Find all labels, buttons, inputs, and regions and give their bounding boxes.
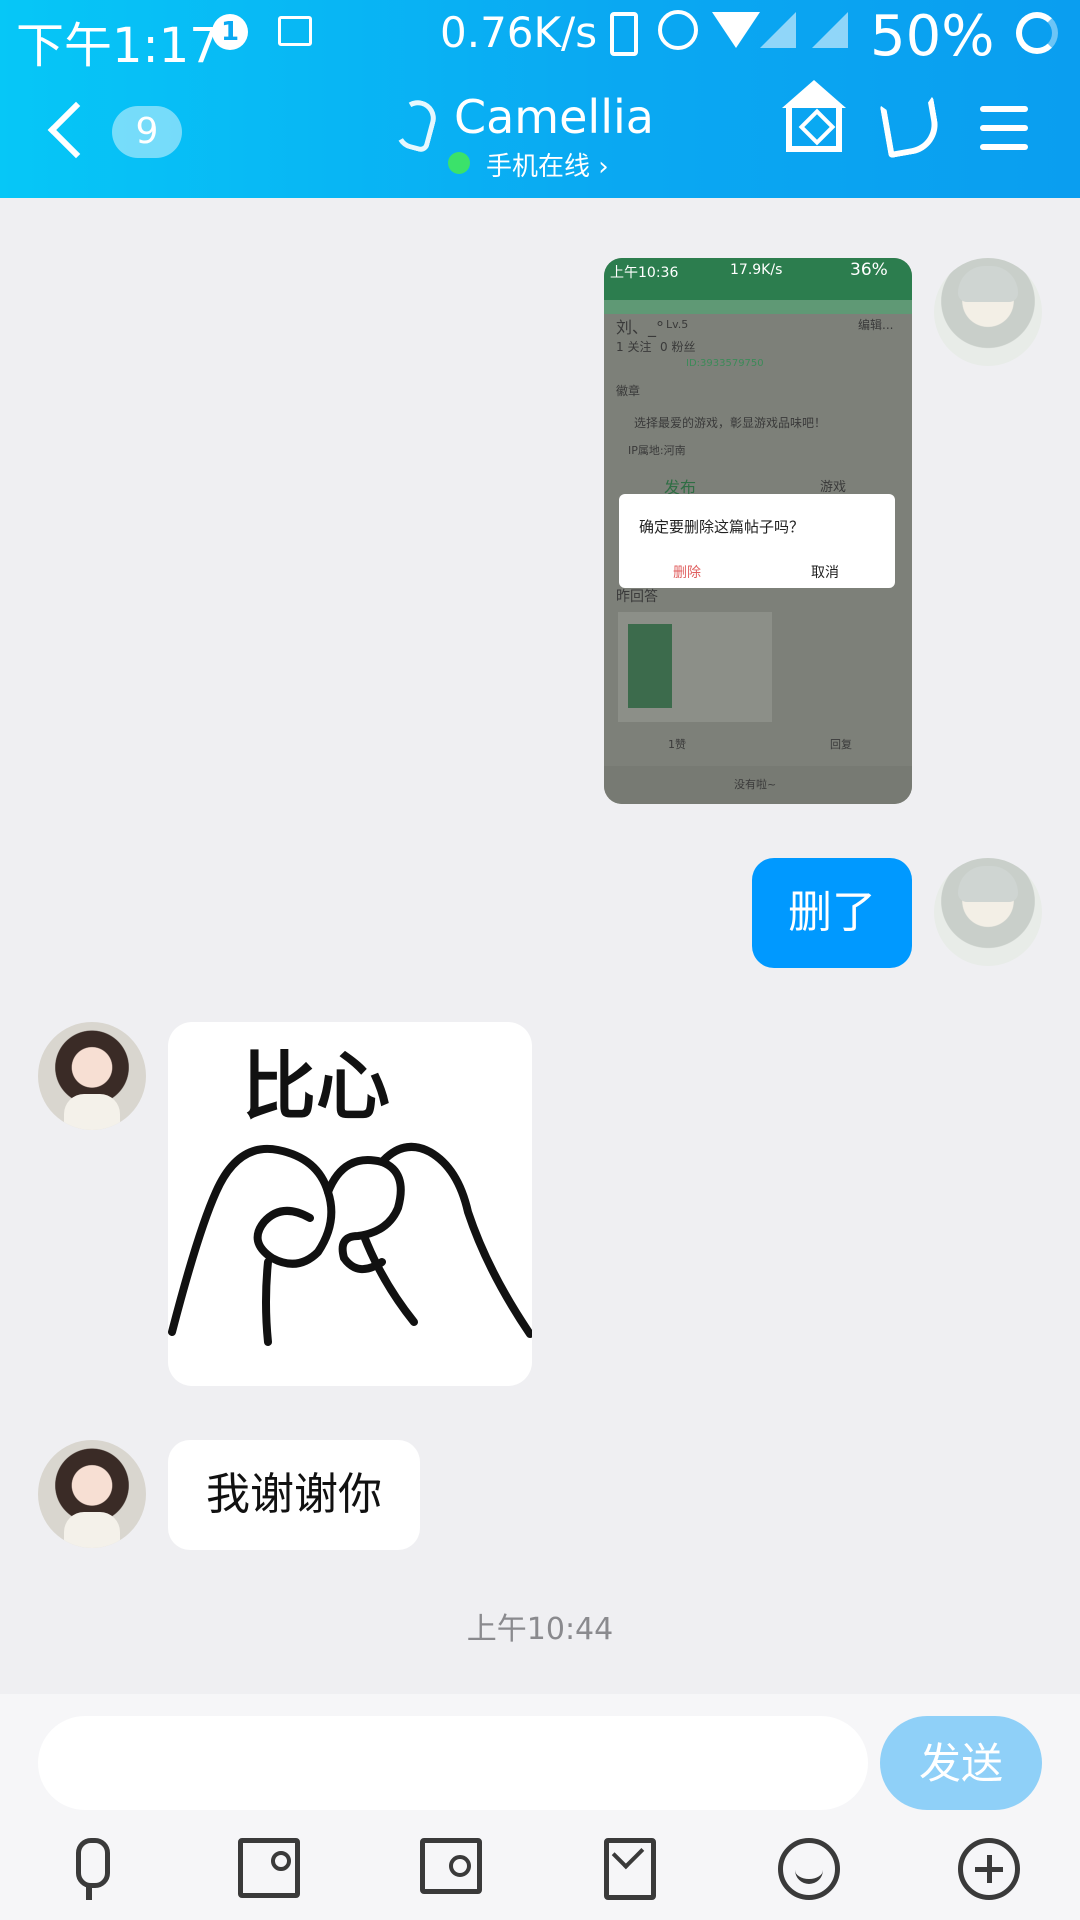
- unread-count-badge[interactable]: 9: [112, 106, 182, 158]
- embedded-edit: 编辑...: [858, 318, 894, 332]
- embedded-net-speed: 17.9K/s: [730, 262, 783, 278]
- embedded-section: 昨回答: [616, 589, 658, 605]
- embedded-thumbnail: [618, 612, 772, 722]
- notification-badge: 1: [212, 14, 248, 50]
- status-time: 下午1:17: [16, 18, 220, 74]
- embedded-user-id: ID:3933579750: [686, 358, 764, 369]
- heart-hands-sticker: 比心: [168, 1044, 534, 1346]
- embedded-likes: 1赞: [668, 738, 686, 751]
- menu-icon[interactable]: [980, 106, 1028, 163]
- embedded-dialog-cancel: 取消: [811, 565, 839, 581]
- embedded-reply: 回复: [830, 738, 852, 751]
- ear-icon[interactable]: [392, 96, 440, 154]
- embedded-dialog-delete: 删除: [673, 565, 701, 581]
- embedded-level: Lv.5: [666, 318, 689, 331]
- embedded-battery: 36%: [850, 260, 888, 280]
- plus-icon[interactable]: [958, 1838, 1020, 1900]
- phone-status-icon: [610, 12, 638, 56]
- embedded-badges: 徽章: [616, 384, 641, 398]
- image-notification-icon: [278, 16, 312, 46]
- red-packet-icon[interactable]: [604, 1838, 656, 1900]
- embedded-header: [604, 300, 912, 314]
- embedded-tab-game: 游戏: [820, 480, 847, 495]
- message-input[interactable]: [38, 1716, 868, 1810]
- sticker-caption: 比心: [242, 1044, 390, 1130]
- signal-icon-2: [812, 12, 848, 48]
- network-speed: 0.76K/s: [440, 8, 598, 57]
- contact-message-bubble[interactable]: 我谢谢你: [168, 1440, 420, 1550]
- embedded-ip: IP属地:河南: [628, 444, 686, 457]
- phone-icon[interactable]: [879, 95, 943, 159]
- contact-name[interactable]: Camellia: [454, 90, 654, 144]
- home-icon[interactable]: [782, 80, 846, 152]
- camera-icon[interactable]: [420, 1838, 482, 1894]
- embedded-footer: 没有啦~: [604, 766, 912, 804]
- embedded-hint: 选择最爱的游戏，彰显游戏品味吧！: [634, 416, 827, 430]
- alarm-icon: [658, 10, 698, 50]
- embedded-dialog-question: 确定要删除这篇帖子吗？: [639, 518, 805, 536]
- embedded-status-bar: 上午10:36 17.9K/s 36%: [604, 258, 912, 300]
- contact-avatar[interactable]: [38, 1440, 146, 1548]
- online-status-dot: [448, 152, 470, 174]
- top-bar: 下午1:17 1 0.76K/s 50% 9 Camellia 手机在线 ›: [0, 0, 1080, 198]
- embedded-follow: 1 关注: [616, 340, 652, 354]
- send-button[interactable]: 发送: [880, 1716, 1042, 1810]
- image-icon[interactable]: [238, 1838, 300, 1898]
- wifi-icon: [712, 12, 760, 48]
- embedded-no-more: 没有啦~: [734, 778, 777, 791]
- signal-icon: [760, 12, 796, 48]
- mic-icon[interactable]: [60, 1838, 120, 1900]
- embedded-time: 上午10:36: [610, 265, 679, 281]
- contact-avatar[interactable]: [38, 1022, 146, 1130]
- message-timestamp: 上午10:44: [466, 1612, 614, 1647]
- my-message-bubble[interactable]: 删了: [752, 858, 912, 968]
- emoji-icon[interactable]: [778, 1838, 840, 1900]
- embedded-profile-name: 刘、_°: [616, 318, 665, 337]
- image-message[interactable]: 上午10:36 17.9K/s 36% 刘、_° Lv.5 编辑... 1 关注…: [604, 258, 912, 804]
- status-bar: 下午1:17 1 0.76K/s 50%: [0, 0, 1080, 74]
- my-avatar[interactable]: [934, 858, 1042, 966]
- embedded-delete-dialog: 确定要删除这篇帖子吗？ 删除 取消: [619, 494, 895, 588]
- battery-level: 50%: [870, 4, 995, 69]
- my-avatar[interactable]: [934, 258, 1042, 366]
- chat-nav: 9 Camellia 手机在线 ›: [0, 70, 1080, 198]
- back-icon[interactable]: [47, 101, 105, 159]
- sticker-message[interactable]: 比心: [168, 1022, 534, 1386]
- battery-ring-icon: [1016, 12, 1058, 54]
- embedded-fans: 0 粉丝: [660, 340, 696, 354]
- composer-bar: 发送: [0, 1694, 1080, 1920]
- presence-status[interactable]: 手机在线 ›: [486, 146, 609, 183]
